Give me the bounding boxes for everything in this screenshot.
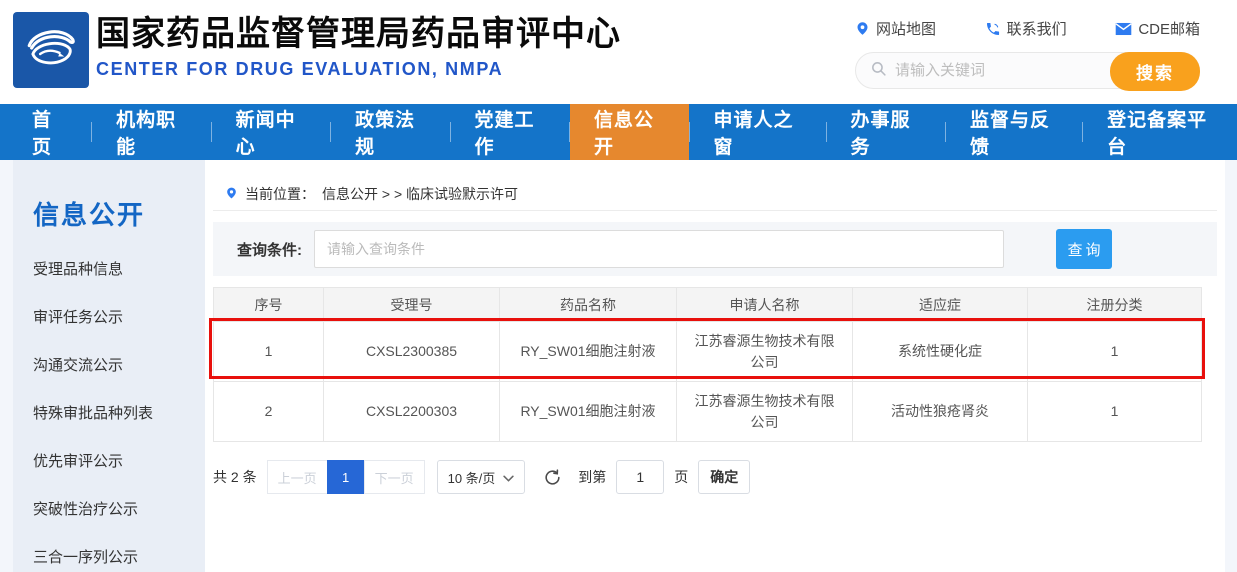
cell-registration-class: 1 <box>1028 322 1202 382</box>
table-row[interactable]: 2 CXSL2200303 RY_SW01细胞注射液 江苏睿源生物技术有限公司 … <box>214 382 1202 442</box>
breadcrumb: 当前位置： 信息公开 > > 临床试验默示许可 <box>225 184 518 204</box>
search-button[interactable]: 搜索 <box>1110 52 1200 91</box>
header-quick-links: 网站地图 联系我们 CDE邮箱 <box>855 18 1200 39</box>
next-page-button[interactable]: 下一页 <box>364 460 425 494</box>
sitemap-link-label: 网站地图 <box>876 18 936 39</box>
swan-logo-icon <box>22 19 80 82</box>
phone-icon <box>985 21 1001 37</box>
cell-applicant: 江苏睿源生物技术有限公司 <box>677 382 853 442</box>
cell-seq: 1 <box>214 322 324 382</box>
site-header: 国家药品监督管理局药品审评中心 CENTER FOR DRUG EVALUATI… <box>0 0 1237 104</box>
pagination: 共 2 条 上一页 1 下一页 10 条/页 到第 页 确定 <box>213 460 750 494</box>
sidebar-item-breakthrough-therapy[interactable]: 突破性治疗公示 <box>33 484 205 532</box>
col-header-seq: 序号 <box>214 288 324 322</box>
header-right: 网站地图 联系我们 CDE邮箱 搜索 <box>855 18 1200 89</box>
results-table-wrap: 序号 受理号 药品名称 申请人名称 适应症 注册分类 1 CXSL2300385… <box>213 287 1201 442</box>
map-pin-icon <box>855 20 870 37</box>
site-title-block: 国家药品监督管理局药品审评中心 CENTER FOR DRUG EVALUATI… <box>96 13 621 80</box>
query-bar: 查询条件: 查询 <box>213 222 1217 276</box>
col-header-indication: 适应症 <box>853 288 1028 322</box>
sidebar-item-special-approval-list[interactable]: 特殊审批品种列表 <box>33 388 205 436</box>
page-size-value: 10 条/页 <box>448 468 496 487</box>
breadcrumb-label: 当前位置： <box>245 184 315 204</box>
nav-item-registration-platform[interactable]: 登记备案平台 <box>1083 104 1237 160</box>
nav-item-info-disclosure[interactable]: 信息公开 <box>570 104 689 160</box>
contact-us-link-label: 联系我们 <box>1007 18 1067 39</box>
sidebar-item-priority-review[interactable]: 优先审评公示 <box>33 436 205 484</box>
page-size-select[interactable]: 10 条/页 <box>437 460 526 494</box>
query-input[interactable] <box>314 230 1004 268</box>
table-row[interactable]: 1 CXSL2300385 RY_SW01细胞注射液 江苏睿源生物技术有限公司 … <box>214 322 1202 382</box>
results-table: 序号 受理号 药品名称 申请人名称 适应症 注册分类 1 CXSL2300385… <box>213 287 1202 442</box>
cde-mail-link[interactable]: CDE邮箱 <box>1115 18 1200 39</box>
nav-item-home[interactable]: 首页 <box>8 104 91 160</box>
search-icon <box>870 60 887 82</box>
contact-us-link[interactable]: 联系我们 <box>985 18 1067 39</box>
col-header-applicant: 申请人名称 <box>677 288 853 322</box>
col-header-drug-name: 药品名称 <box>500 288 677 322</box>
goto-page-label: 到第 <box>578 467 606 487</box>
cell-acceptance-no: CXSL2300385 <box>324 322 500 382</box>
sidebar-menu: 受理品种信息 审评任务公示 沟通交流公示 特殊审批品种列表 优先审评公示 突破性… <box>13 244 205 572</box>
nav-item-applicant-window[interactable]: 申请人之窗 <box>689 104 825 160</box>
nav-item-policies[interactable]: 政策法规 <box>331 104 450 160</box>
breadcrumb-path: 信息公开 > > 临床试验默示许可 <box>322 184 518 204</box>
cde-mail-link-label: CDE邮箱 <box>1138 18 1200 39</box>
sidebar-item-accepted-varieties[interactable]: 受理品种信息 <box>33 244 205 292</box>
page-body: 信息公开 受理品种信息 审评任务公示 沟通交流公示 特殊审批品种列表 优先审评公… <box>0 160 1237 572</box>
page-1-button[interactable]: 1 <box>327 460 365 494</box>
sidebar: 信息公开 受理品种信息 审评任务公示 沟通交流公示 特殊审批品种列表 优先审评公… <box>13 160 205 572</box>
pagination-pager: 上一页 1 下一页 <box>267 460 425 494</box>
nav-item-news[interactable]: 新闻中心 <box>212 104 331 160</box>
pagination-total: 共 2 条 <box>213 467 257 487</box>
breadcrumb-divider <box>213 210 1217 211</box>
cde-logo <box>13 12 89 88</box>
main-nav: 首页 机构职能 新闻中心 政策法规 党建工作 信息公开 申请人之窗 办事服务 监… <box>0 104 1237 160</box>
cell-indication: 活动性狼疮肾炎 <box>853 382 1028 442</box>
site-search: 搜索 <box>855 52 1200 89</box>
sidebar-title: 信息公开 <box>33 195 205 232</box>
site-title-en: CENTER FOR DRUG EVALUATION, NMPA <box>96 59 621 80</box>
cell-applicant: 江苏睿源生物技术有限公司 <box>677 322 853 382</box>
nav-item-supervision-feedback[interactable]: 监督与反馈 <box>946 104 1082 160</box>
nav-item-services[interactable]: 办事服务 <box>827 104 946 160</box>
sidebar-item-three-in-one[interactable]: 三合一序列公示 <box>33 532 205 572</box>
confirm-button[interactable]: 确定 <box>698 460 750 494</box>
main-content: 当前位置： 信息公开 > > 临床试验默示许可 查询条件: 查询 序号 受理号 … <box>205 160 1225 572</box>
cell-indication: 系统性硬化症 <box>853 322 1028 382</box>
prev-page-button[interactable]: 上一页 <box>267 460 328 494</box>
cell-drug-name: RY_SW01细胞注射液 <box>500 382 677 442</box>
col-header-registration-class: 注册分类 <box>1028 288 1202 322</box>
nav-item-functions[interactable]: 机构职能 <box>92 104 211 160</box>
goto-page-unit: 页 <box>674 467 688 487</box>
sidebar-item-communication[interactable]: 沟通交流公示 <box>33 340 205 388</box>
site-title-cn: 国家药品监督管理局药品审评中心 <box>96 13 621 56</box>
cell-drug-name: RY_SW01细胞注射液 <box>500 322 677 382</box>
col-header-acceptance-no: 受理号 <box>324 288 500 322</box>
cell-registration-class: 1 <box>1028 382 1202 442</box>
sitemap-link[interactable]: 网站地图 <box>855 18 936 39</box>
cell-acceptance-no: CXSL2200303 <box>324 382 500 442</box>
chevron-down-icon <box>503 470 514 485</box>
mail-icon <box>1115 22 1132 36</box>
refresh-icon[interactable] <box>543 468 562 487</box>
query-button[interactable]: 查询 <box>1056 229 1112 269</box>
cell-seq: 2 <box>214 382 324 442</box>
location-pin-icon <box>225 185 238 204</box>
nav-item-party-building[interactable]: 党建工作 <box>451 104 570 160</box>
goto-page-input[interactable] <box>616 460 664 494</box>
sidebar-item-review-tasks[interactable]: 审评任务公示 <box>33 292 205 340</box>
table-header-row: 序号 受理号 药品名称 申请人名称 适应症 注册分类 <box>214 288 1202 322</box>
query-label: 查询条件: <box>237 239 302 260</box>
